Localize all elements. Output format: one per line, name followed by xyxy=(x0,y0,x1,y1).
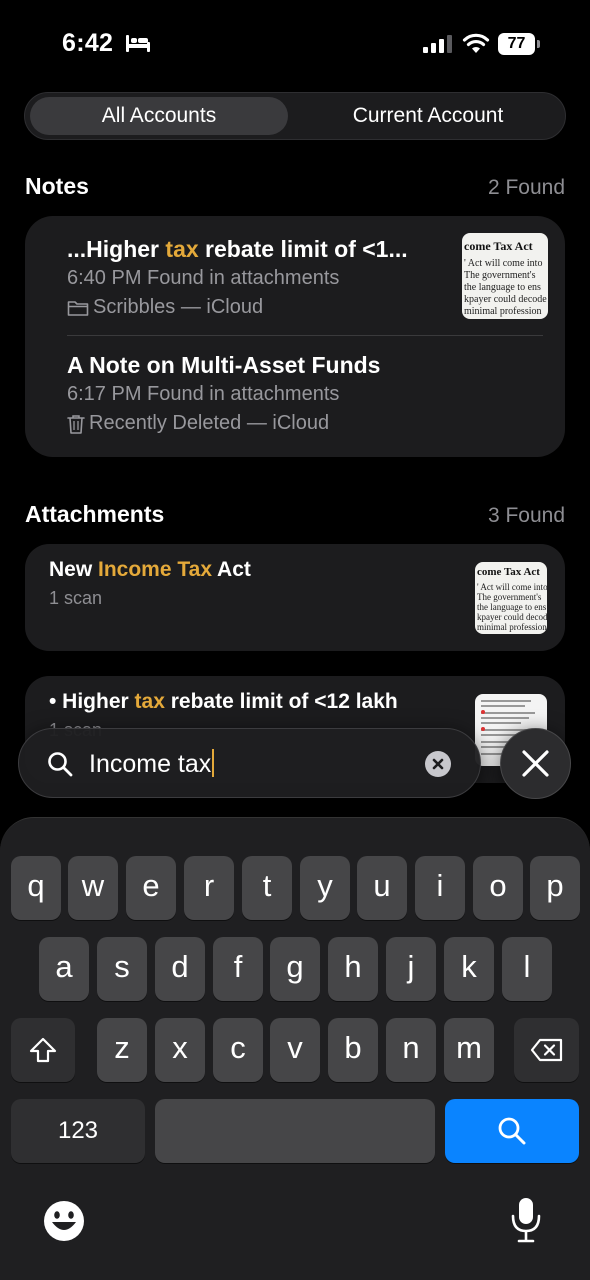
key-a[interactable]: a xyxy=(39,937,89,1001)
cancel-search-button[interactable] xyxy=(500,728,571,799)
key-r[interactable]: r xyxy=(184,856,234,920)
key-j[interactable]: j xyxy=(386,937,436,1001)
text-cursor xyxy=(212,749,215,777)
key-h[interactable]: h xyxy=(328,937,378,1001)
status-bar: 6:42 77 xyxy=(0,0,590,90)
numbers-key[interactable]: 123 xyxy=(11,1099,145,1163)
sleep-focus-icon xyxy=(126,35,150,52)
attachment-thumbnail: come Tax Act ' Act will come into The go… xyxy=(475,562,547,634)
segment-current-account[interactable]: Current Account xyxy=(297,97,559,135)
backspace-key[interactable] xyxy=(514,1018,579,1082)
key-k[interactable]: k xyxy=(444,937,494,1001)
key-d[interactable]: d xyxy=(155,937,205,1001)
battery-level: 77 xyxy=(507,35,526,52)
search-icon xyxy=(48,752,73,777)
key-n[interactable]: n xyxy=(386,1018,436,1082)
key-z[interactable]: z xyxy=(97,1018,147,1082)
key-s[interactable]: s xyxy=(97,937,147,1001)
notes-results-card: ...Higher tax rebate limit of <1... 6:40… xyxy=(25,216,565,457)
search-bar[interactable]: Income tax xyxy=(18,728,481,798)
keyboard: q w e r t y u i o p a s d f g h j k l z … xyxy=(0,817,590,1280)
status-time: 6:42 xyxy=(62,29,114,57)
emoji-icon xyxy=(44,1201,84,1241)
search-input[interactable]: Income tax xyxy=(89,749,215,779)
key-o[interactable]: o xyxy=(473,856,523,920)
note-meta: 6:17 PM Found in attachments xyxy=(67,383,340,405)
attachment-title: • Higher tax rebate limit of <12 lakh xyxy=(49,690,398,713)
note-title: ...Higher tax rebate limit of <1... xyxy=(67,236,408,262)
note-result-item[interactable]: ...Higher tax rebate limit of <1... 6:40… xyxy=(67,236,408,319)
search-key[interactable] xyxy=(445,1099,579,1163)
account-scope-segmented-control: All Accounts Current Account xyxy=(24,92,566,140)
trash-icon xyxy=(67,414,85,434)
segment-all-accounts[interactable]: All Accounts xyxy=(30,97,288,135)
cellular-signal-icon xyxy=(423,35,452,53)
row-divider xyxy=(67,335,543,336)
wifi-icon xyxy=(462,33,490,53)
folder-icon xyxy=(67,300,89,316)
key-g[interactable]: g xyxy=(270,937,320,1001)
note-attachment-thumbnail: come Tax Act ' Act will come into The go… xyxy=(462,233,548,319)
clear-x-icon xyxy=(432,758,444,770)
key-p[interactable]: p xyxy=(530,856,580,920)
close-icon xyxy=(522,750,549,777)
note-meta: 6:40 PM Found in attachments xyxy=(67,267,340,289)
note-result-item[interactable]: A Note on Multi-Asset Funds 6:17 PM Foun… xyxy=(67,352,380,435)
emoji-key[interactable] xyxy=(41,1198,87,1244)
key-u[interactable]: u xyxy=(357,856,407,920)
battery-icon: 77 xyxy=(498,33,540,55)
key-f[interactable]: f xyxy=(213,937,263,1001)
key-t[interactable]: t xyxy=(242,856,292,920)
key-l[interactable]: l xyxy=(502,937,552,1001)
attachment-subtitle: 1 scan xyxy=(49,588,103,608)
key-e[interactable]: e xyxy=(126,856,176,920)
dictation-key[interactable] xyxy=(508,1196,544,1244)
note-folder: Recently Deleted — iCloud xyxy=(67,412,380,435)
key-w[interactable]: w xyxy=(68,856,118,920)
notes-found-count: 2 Found xyxy=(487,176,565,199)
note-folder: Scribbles — iCloud xyxy=(67,296,408,319)
microphone-icon xyxy=(511,1198,541,1243)
key-y[interactable]: y xyxy=(300,856,350,920)
clear-search-button[interactable] xyxy=(425,751,451,777)
key-v[interactable]: v xyxy=(270,1018,320,1082)
key-x[interactable]: x xyxy=(155,1018,205,1082)
key-i[interactable]: i xyxy=(415,856,465,920)
attachments-found-count: 3 Found xyxy=(487,504,565,527)
search-icon xyxy=(498,1117,526,1145)
shift-icon xyxy=(29,1037,57,1063)
note-title: A Note on Multi-Asset Funds xyxy=(67,352,381,378)
space-key[interactable] xyxy=(155,1099,435,1163)
key-c[interactable]: c xyxy=(213,1018,263,1082)
attachment-result-item[interactable]: New Income Tax Act 1 scan come Tax Act '… xyxy=(25,544,565,651)
key-b[interactable]: b xyxy=(328,1018,378,1082)
shift-key[interactable] xyxy=(11,1018,75,1082)
attachment-title: New Income Tax Act xyxy=(49,558,251,581)
backspace-icon xyxy=(530,1038,562,1062)
key-q[interactable]: q xyxy=(11,856,61,920)
notes-section-title: Notes xyxy=(25,173,89,199)
key-m[interactable]: m xyxy=(444,1018,494,1082)
attachments-section-title: Attachments xyxy=(25,501,165,527)
